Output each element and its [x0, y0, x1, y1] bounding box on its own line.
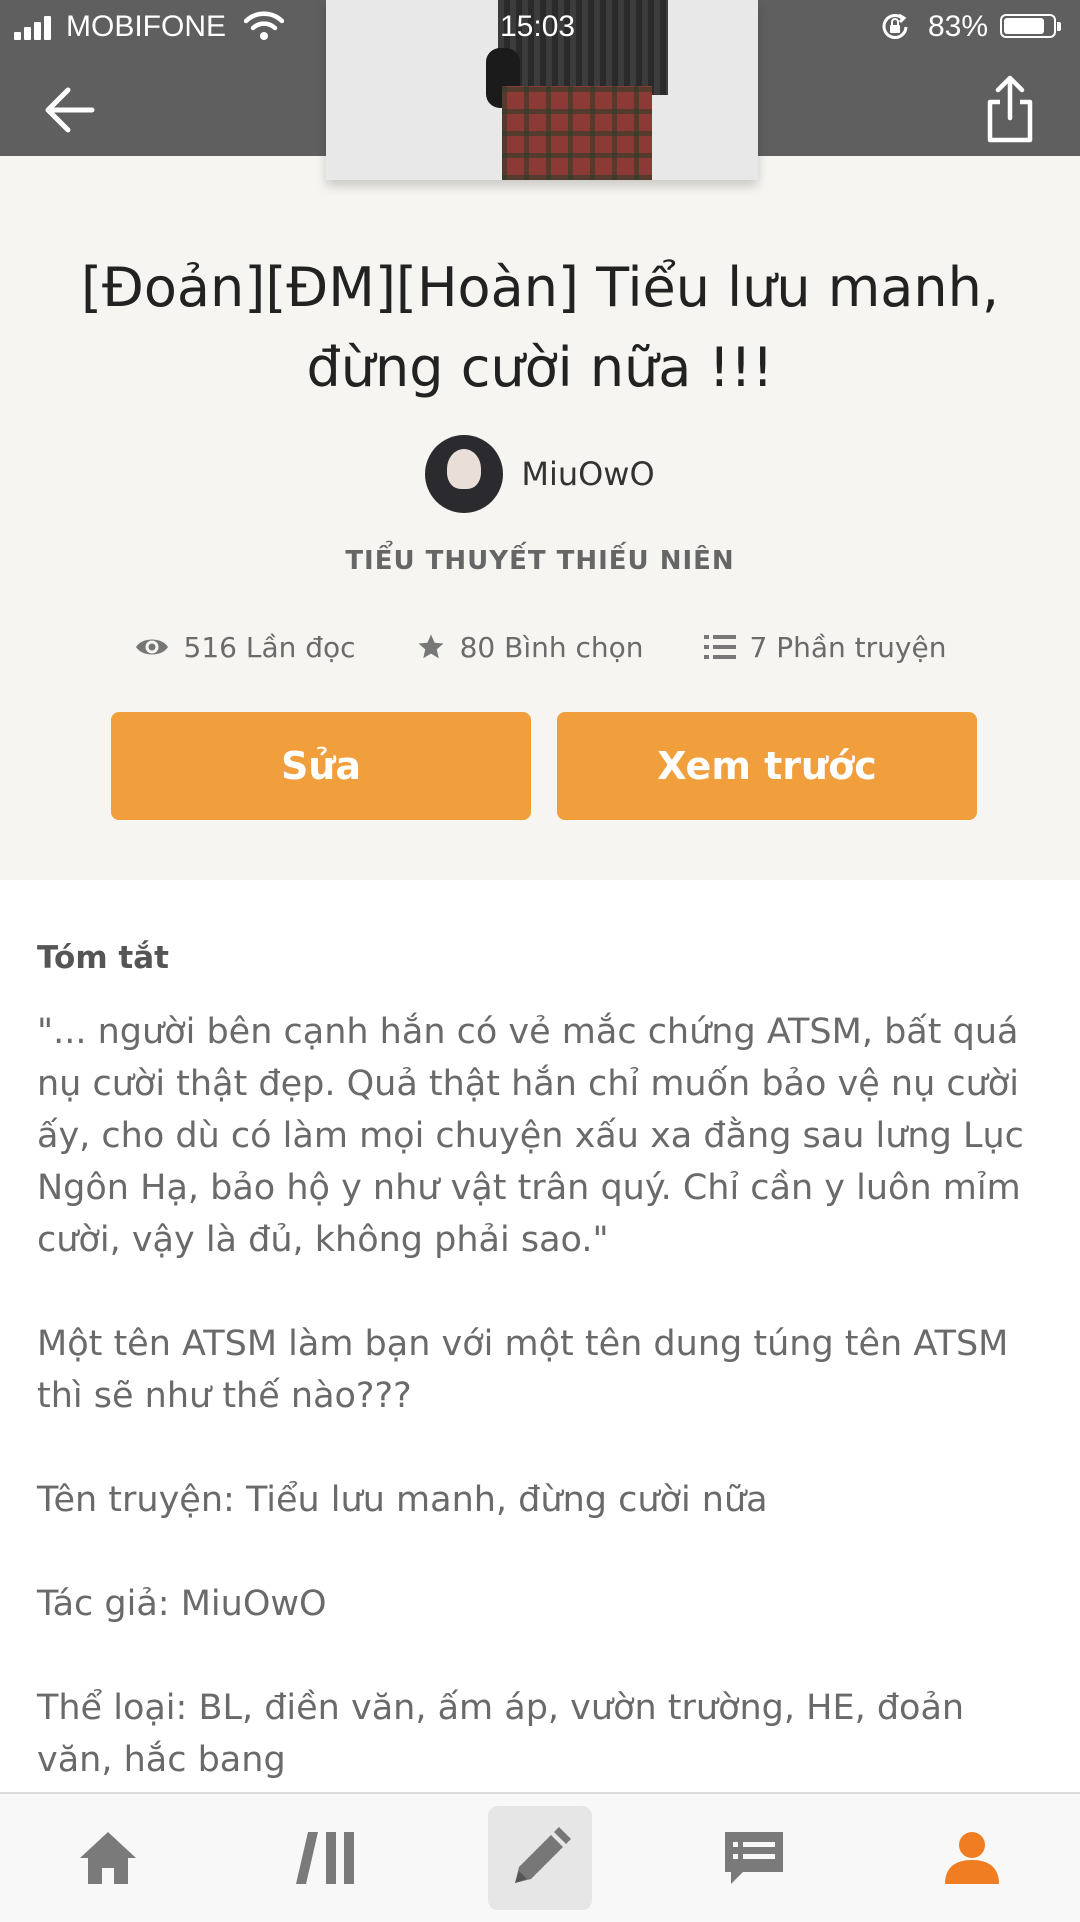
- share-icon[interactable]: [982, 74, 1038, 144]
- profile-icon: [945, 1832, 999, 1884]
- story-summary: Tóm tắt "... người bên cạnh hắn có vẻ mắ…: [37, 940, 1047, 1838]
- summary-paragraph: Một tên ATSM làm bạn với một tên dung tú…: [37, 1324, 1009, 1416]
- cover-figure-pants: [502, 86, 652, 180]
- tab-messages[interactable]: [702, 1806, 806, 1910]
- cellular-signal-icon: [14, 16, 58, 40]
- messages-icon: [725, 1832, 783, 1884]
- battery-icon: [1000, 14, 1061, 38]
- author-avatar[interactable]: [425, 435, 504, 513]
- home-icon: [80, 1832, 136, 1884]
- reads-stat: 516 Lần đọc: [134, 631, 356, 664]
- rotation-lock-icon: [882, 13, 908, 39]
- votes-stat: 80 Bình chọn: [416, 631, 644, 664]
- tab-profile[interactable]: [920, 1806, 1024, 1910]
- author-info[interactable]: MiuOwO: [0, 434, 1080, 514]
- parts-count: 7 Phần truyện: [749, 630, 947, 664]
- star-icon: [418, 634, 444, 659]
- summary-paragraph: Thể loại: BL, điền văn, ấm áp, vườn trườ…: [37, 1688, 965, 1780]
- status-time: 15:03: [500, 10, 576, 43]
- story-title-line-2: đừng cười nữa !!!: [306, 336, 774, 399]
- carrier-name: MOBIFONE: [66, 10, 227, 43]
- author-name[interactable]: MiuOwO: [521, 455, 654, 493]
- tab-write[interactable]: [488, 1806, 592, 1910]
- summary-paragraph: "... người bên cạnh hắn có vẻ mắc chứng …: [37, 1012, 1024, 1260]
- votes-count: 80 Bình chọn: [459, 630, 644, 664]
- story-category[interactable]: TIỂU THUYẾT THIẾU NIÊN: [0, 546, 1080, 576]
- parts-stat: 7 Phần truyện: [703, 630, 947, 664]
- status-bar: MOBIFONE 15:03 83%: [0, 0, 1080, 54]
- wifi-icon: [244, 11, 284, 40]
- story-stats: 516 Lần đọc 80 Bình chọn 7 Phần truyện: [0, 622, 1080, 672]
- tab-library[interactable]: [274, 1806, 378, 1910]
- summary-heading: Tóm tắt: [37, 940, 169, 976]
- library-icon: [296, 1832, 354, 1884]
- list-icon: [703, 635, 736, 659]
- summary-paragraph: Tên truyện: Tiểu lưu manh, đừng cười nữa: [37, 1480, 768, 1520]
- eye-icon: [135, 639, 168, 655]
- tab-home[interactable]: [56, 1806, 160, 1910]
- summary-paragraph: Tác giả: MiuOwO: [37, 1584, 327, 1624]
- story-title-line-1: [Đoản][ĐM][Hoàn] Tiểu lưu manh,: [80, 256, 1000, 319]
- story-title: [Đoản][ĐM][Hoàn] Tiểu lưu manh, đừng cườ…: [60, 248, 1020, 408]
- pencil-icon: [515, 1827, 571, 1883]
- battery-percentage: 83%: [928, 10, 989, 43]
- back-arrow-icon[interactable]: [40, 80, 100, 140]
- bottom-tab-bar: [0, 1792, 1080, 1922]
- edit-button[interactable]: Sửa: [111, 712, 531, 820]
- reads-count: 516 Lần đọc: [183, 630, 356, 664]
- preview-button[interactable]: Xem trước: [557, 712, 977, 820]
